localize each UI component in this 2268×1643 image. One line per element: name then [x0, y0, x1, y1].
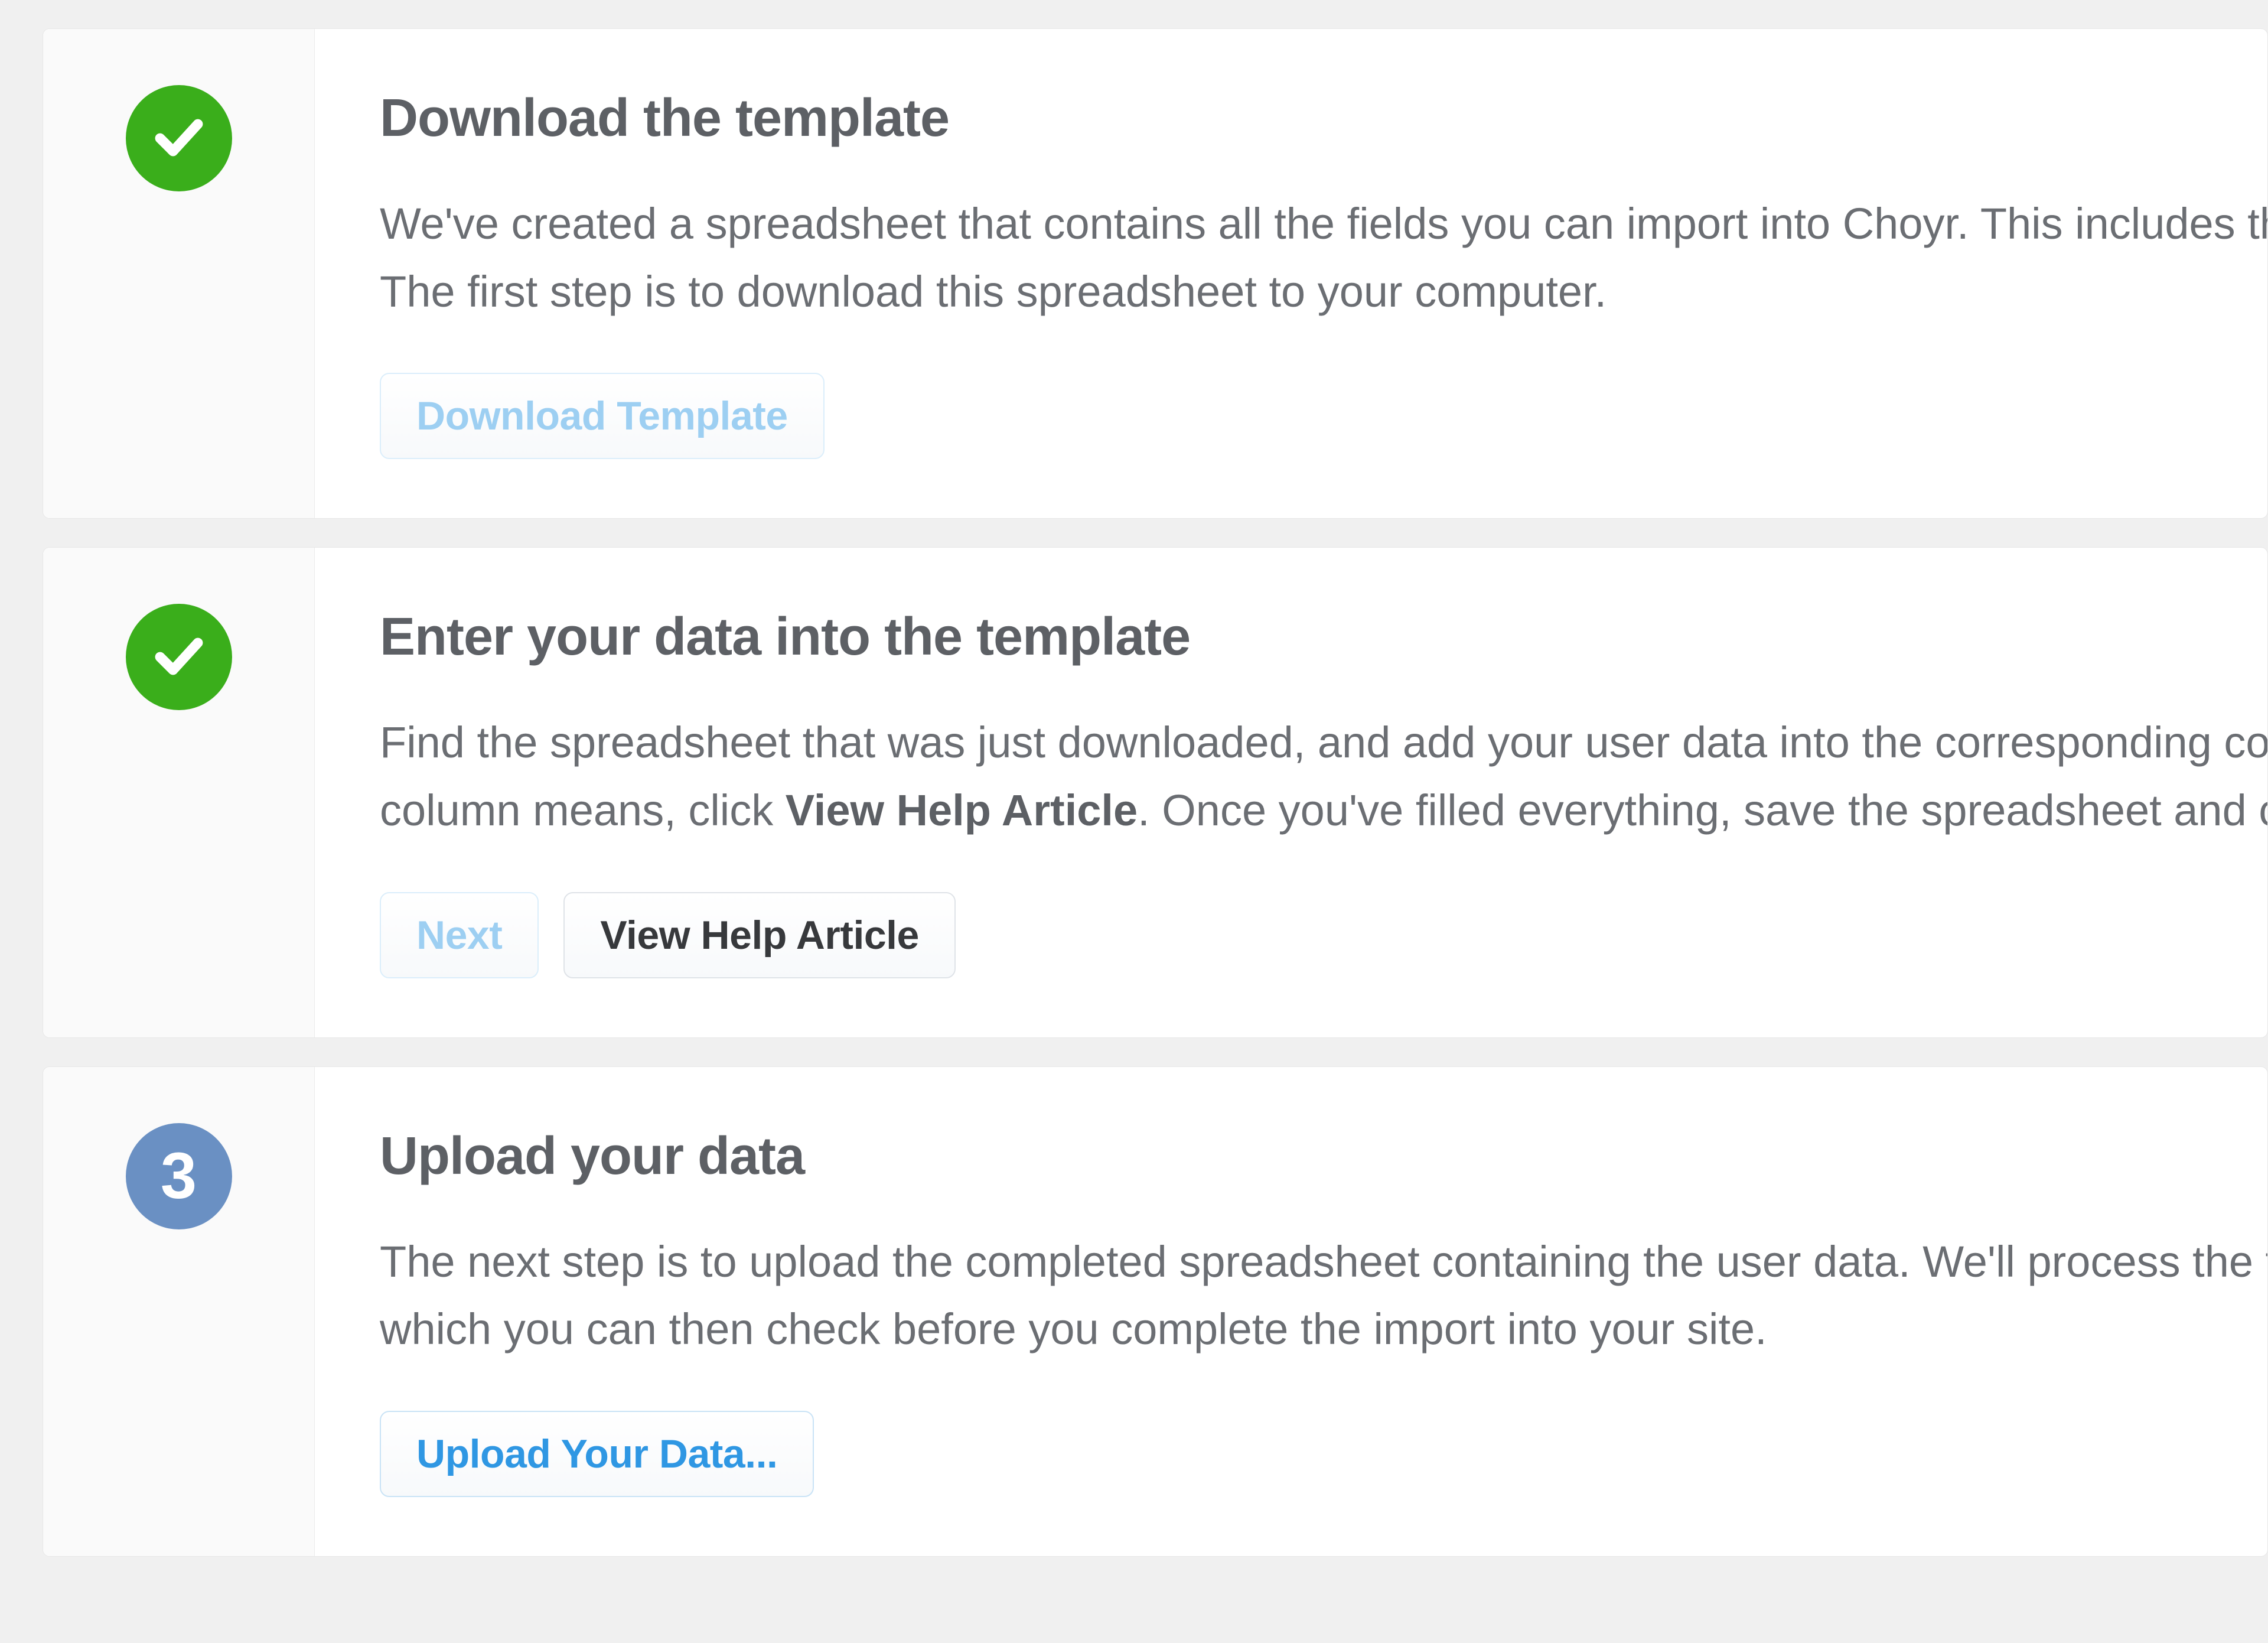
check-icon [151, 627, 207, 687]
step-description: The next step is to upload the completed… [380, 1228, 2267, 1364]
step-body: Enter your data into the template Find t… [315, 548, 2267, 1037]
step-title: Upload your data [380, 1126, 2267, 1187]
view-help-article-button[interactable]: View Help Article [563, 892, 955, 978]
step-number: 3 [161, 1144, 197, 1209]
step-card-1: Download the template We've created a sp… [43, 28, 2268, 519]
step-body: Download the template We've created a sp… [315, 29, 2267, 518]
step-title: Enter your data into the template [380, 607, 2267, 668]
step-complete-badge [126, 604, 232, 710]
step-actions: Download Template [380, 373, 2267, 459]
step-card-2: Enter your data into the template Find t… [43, 547, 2268, 1037]
step-complete-badge [126, 85, 232, 191]
step-number-badge: 3 [126, 1123, 232, 1229]
step-indicator-col: 3 [43, 1067, 315, 1556]
step-description: We've created a spreadsheet that contain… [380, 190, 2267, 326]
step-body: Upload your data The next step is to upl… [315, 1067, 2267, 1556]
check-icon [151, 109, 207, 168]
step-card-3: 3 Upload your data The next step is to u… [43, 1066, 2268, 1557]
step-actions: Next View Help Article [380, 892, 2267, 978]
step-title: Download the template [380, 88, 2267, 149]
step-description: Find the spreadsheet that was just downl… [380, 709, 2267, 844]
step-indicator-col [43, 548, 315, 1037]
upload-your-data-button[interactable]: Upload Your Data... [380, 1411, 814, 1497]
download-template-button[interactable]: Download Template [380, 373, 825, 459]
step-indicator-col [43, 29, 315, 518]
step-actions: Upload Your Data... [380, 1411, 2267, 1497]
next-button[interactable]: Next [380, 892, 539, 978]
